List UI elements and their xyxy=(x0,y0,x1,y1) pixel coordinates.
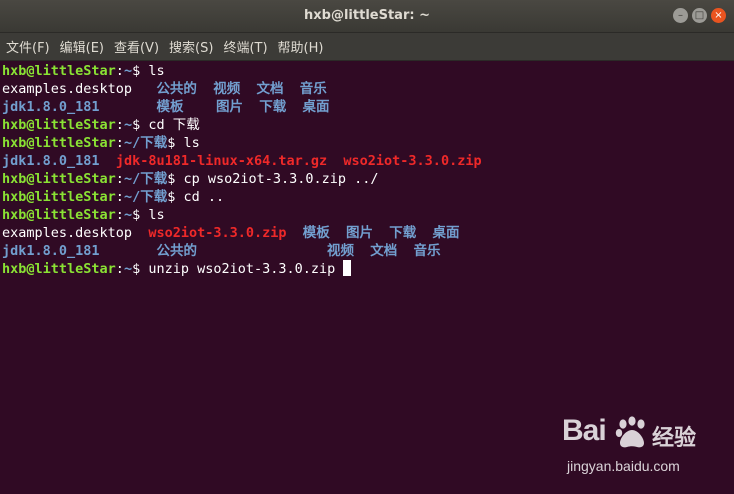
prompt-separator: : xyxy=(115,171,124,187)
prompt-user-host: hxb@littleStar xyxy=(2,117,116,133)
prompt-sigil: $ xyxy=(132,207,149,223)
baidu-jingyan-watermark: Bai 经验 jingyan.baidu.com xyxy=(562,414,732,484)
terminal-line: hxb@littleStar:~$ unzip wso2iot-3.3.0.zi… xyxy=(2,260,722,278)
prompt-path: ~ xyxy=(123,117,133,133)
prompt-sigil: $ xyxy=(132,63,149,79)
dir-entry: 音乐 xyxy=(413,243,441,259)
command-text: ls xyxy=(148,207,165,223)
terminal-line: jdk1.8.0_181 模板 图片 下载 桌面 xyxy=(2,98,722,116)
watermark-url: jingyan.baidu.com xyxy=(567,458,680,474)
terminal-line: examples.desktop wso2iot-3.3.0.zip 模板 图片… xyxy=(2,224,722,242)
file-entry: examples.desktop xyxy=(2,81,133,97)
prompt-separator: : xyxy=(115,117,124,133)
command-text: ls xyxy=(183,135,200,151)
dir-entry: jdk1.8.0_181 xyxy=(2,99,100,115)
prompt-sigil: $ xyxy=(167,189,184,205)
dir-entry: 图片 xyxy=(346,225,374,241)
close-icon[interactable]: × xyxy=(711,8,726,23)
menu-view[interactable]: 查看(V) xyxy=(114,37,159,56)
prompt-path: ~/下载 xyxy=(123,189,168,205)
archive-entry: wso2iot-3.3.0.zip xyxy=(343,153,482,169)
paw-icon xyxy=(615,416,645,448)
window-title: hxb@littleStar: ~ xyxy=(304,8,430,23)
terminal-line: hxb@littleStar:~$ ls xyxy=(2,206,722,224)
minimize-icon[interactable]: – xyxy=(673,8,688,23)
terminal-cursor xyxy=(343,260,352,276)
maximize-icon[interactable]: □ xyxy=(692,8,707,23)
watermark-logo-tail: 经验 xyxy=(652,426,697,451)
dir-entry: 视频 xyxy=(327,243,354,259)
watermark-logo: Bai xyxy=(562,414,607,447)
prompt-user-host: hxb@littleStar xyxy=(2,171,116,187)
command-text: ls xyxy=(148,63,165,79)
terminal-line: jdk1.8.0_181 jdk-8u181-linux-x64.tar.gz … xyxy=(2,152,722,170)
command-text: cd 下载 xyxy=(148,117,200,133)
menu-terminal[interactable]: 终端(T) xyxy=(223,37,267,56)
prompt-sigil: $ xyxy=(167,171,184,187)
dir-entry: 公共的 xyxy=(156,243,197,259)
title-bar: hxb@littleStar: ~ – □ × xyxy=(0,0,734,33)
prompt-user-host: hxb@littleStar xyxy=(2,207,116,223)
dir-entry: 模板 xyxy=(302,225,330,241)
prompt-path: ~ xyxy=(123,63,133,79)
menu-edit[interactable]: 编辑(E) xyxy=(60,37,104,56)
prompt-user-host: hxb@littleStar xyxy=(2,135,116,151)
dir-entry: 模板 xyxy=(156,99,184,115)
terminal-line: hxb@littleStar:~$ cd 下载 xyxy=(2,116,722,134)
file-entry: examples.desktop xyxy=(2,225,133,241)
menu-bar: 文件(F) 编辑(E) 查看(V) 搜索(S) 终端(T) 帮助(H) xyxy=(0,33,734,61)
prompt-user-host: hxb@littleStar xyxy=(2,189,116,205)
prompt-path: ~/下载 xyxy=(123,135,168,151)
dir-entry: 文档 xyxy=(256,81,284,97)
prompt-separator: : xyxy=(115,261,124,277)
archive-entry: wso2iot-3.3.0.zip xyxy=(148,225,287,241)
terminal-line: hxb@littleStar:~/下载$ cp wso2iot-3.3.0.zi… xyxy=(2,170,722,188)
prompt-sigil: $ xyxy=(132,117,149,133)
terminal-line: examples.desktop 公共的 视频 文档 音乐 xyxy=(2,80,722,98)
menu-file[interactable]: 文件(F) xyxy=(6,37,50,56)
terminal-line: jdk1.8.0_181 公共的 视频 文档 音乐 xyxy=(2,242,722,260)
terminal-line: hxb@littleStar:~/下载$ cd .. xyxy=(2,188,722,206)
dir-entry: 视频 xyxy=(213,81,241,97)
archive-entry: jdk-8u181-linux-x64.tar.gz xyxy=(115,153,328,169)
dir-entry: 音乐 xyxy=(299,81,327,97)
command-text: cp wso2iot-3.3.0.zip ../ xyxy=(183,171,379,187)
prompt-separator: : xyxy=(115,63,124,79)
prompt-path: ~/下载 xyxy=(123,171,168,187)
terminal-line: hxb@littleStar:~/下载$ ls xyxy=(2,134,722,152)
dir-entry: jdk1.8.0_181 xyxy=(2,243,100,259)
dir-entry: jdk1.8.0_181 xyxy=(2,153,100,169)
dir-entry: 桌面 xyxy=(432,225,460,241)
prompt-sigil: $ xyxy=(167,135,184,151)
dir-entry: 文档 xyxy=(370,243,398,259)
dir-entry: 桌面 xyxy=(302,99,330,115)
prompt-path: ~ xyxy=(123,207,133,223)
dir-entry: 公共的 xyxy=(156,81,197,97)
dir-entry: 下载 xyxy=(259,99,287,115)
dir-entry: 下载 xyxy=(389,225,417,241)
menu-search[interactable]: 搜索(S) xyxy=(169,37,213,56)
prompt-sigil: $ xyxy=(132,261,149,277)
terminal-line: hxb@littleStar:~$ ls xyxy=(2,62,722,80)
prompt-separator: : xyxy=(115,207,124,223)
menu-help[interactable]: 帮助(H) xyxy=(278,37,324,56)
prompt-separator: : xyxy=(115,135,124,151)
prompt-separator: : xyxy=(115,189,124,205)
command-text: unzip wso2iot-3.3.0.zip xyxy=(148,261,336,277)
prompt-path: ~ xyxy=(123,261,133,277)
dir-entry: 图片 xyxy=(215,99,243,115)
prompt-user-host: hxb@littleStar xyxy=(2,63,116,79)
command-text: cd .. xyxy=(183,189,225,205)
prompt-user-host: hxb@littleStar xyxy=(2,261,116,277)
